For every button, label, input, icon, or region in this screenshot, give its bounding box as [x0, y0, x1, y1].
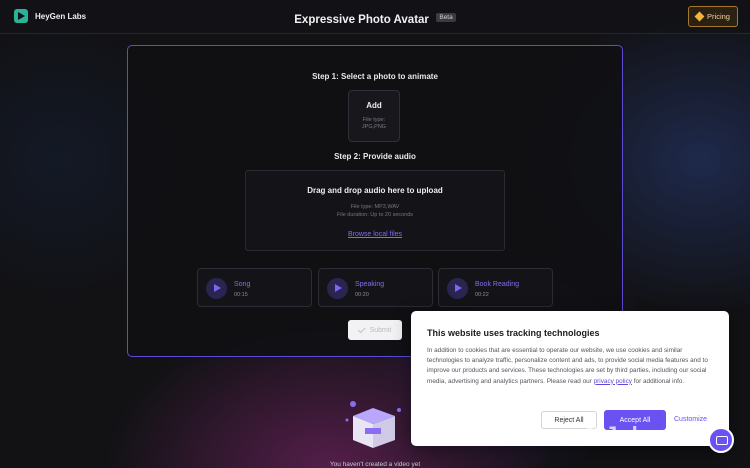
audio-drop-zone[interactable]: Drag and drop audio here to upload File …: [245, 170, 505, 251]
cookie-title: This website uses tracking technologies: [427, 328, 600, 338]
submit-button[interactable]: Submit: [348, 320, 402, 340]
add-photo-button[interactable]: Add File type: JPG,PNG: [348, 90, 400, 142]
pricing-button[interactable]: Pricing: [688, 6, 738, 27]
add-label: Add: [366, 101, 382, 110]
photo-filetype-label: File type:: [362, 117, 386, 123]
empty-state-text: You haven't created a video yet: [329, 461, 421, 468]
audio-filetype: File type: MP3,WAV: [350, 204, 400, 210]
play-icon[interactable]: [327, 278, 348, 299]
page-title-wrap: Expressive Photo Avatar Beta: [0, 10, 750, 28]
privacy-policy-link[interactable]: privacy policy: [594, 378, 632, 385]
top-bar: HeyGen Labs Expressive Photo Avatar Beta…: [0, 0, 750, 34]
sample-name: Song: [234, 281, 251, 288]
cookie-text-end: for additional info.: [631, 377, 685, 385]
empty-box-icon: [345, 401, 401, 448]
page-title: Expressive Photo Avatar: [294, 14, 429, 26]
play-icon[interactable]: [447, 278, 468, 299]
sample-audio-book-reading[interactable]: Book Reading 00:22: [438, 268, 553, 307]
photo-filetype-value: JPG,PNG: [361, 124, 387, 130]
check-icon: [357, 325, 366, 334]
audio-duration: File duration: Up to 20 seconds: [336, 212, 414, 218]
diamond-icon: [694, 11, 705, 22]
sample-duration: 00:22: [475, 292, 489, 298]
sample-audio-speaking[interactable]: Speaking 00:20: [318, 268, 433, 307]
drop-title: Drag and drop audio here to upload: [307, 186, 443, 195]
watermark: AiJuh.com: [582, 422, 699, 447]
chat-icon[interactable]: [708, 427, 734, 453]
sample-duration: 00:15: [234, 292, 248, 298]
sample-name: Book Reading: [475, 281, 519, 288]
sample-audio-song[interactable]: Song 00:15: [197, 268, 312, 307]
step2-title: Step 2: Provide audio: [334, 152, 416, 161]
step1-title: Step 1: Select a photo to animate: [312, 72, 438, 81]
browse-files-link[interactable]: Browse local files: [246, 231, 504, 238]
beta-badge: Beta: [436, 13, 456, 22]
cookie-body: In addition to cookies that are essentia…: [427, 346, 717, 387]
pricing-label: Pricing: [707, 12, 730, 21]
sample-name: Speaking: [355, 281, 385, 288]
submit-label: Submit: [369, 326, 392, 334]
play-icon[interactable]: [206, 278, 227, 299]
sample-duration: 00:20: [355, 292, 369, 298]
